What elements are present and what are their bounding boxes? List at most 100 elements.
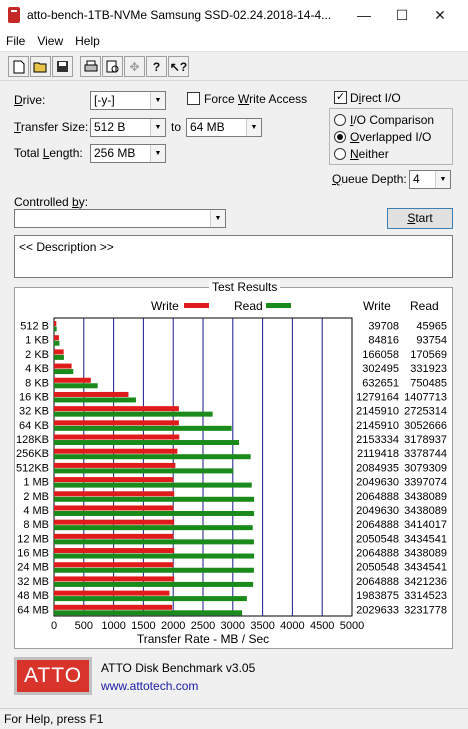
minimize-button[interactable]: —	[345, 0, 383, 30]
read-bar	[54, 369, 74, 375]
test-results-panel: Test Results 0 500 1000 1500 2000 2500 3000 350…	[14, 280, 453, 649]
x-tick-label: 1000	[101, 620, 125, 632]
read-bar	[54, 596, 247, 602]
drive-value: [-y-]	[94, 93, 115, 107]
write-value-label: 1983875	[356, 590, 399, 602]
category-label: 2 KB	[25, 349, 49, 361]
print-preview-icon[interactable]	[102, 56, 123, 77]
maximize-button[interactable]: ☐	[383, 0, 421, 30]
category-label: 4 KB	[25, 363, 49, 375]
neither-radio[interactable]	[334, 148, 346, 160]
category-label: 4 MB	[23, 505, 49, 517]
transfer-size-label: Transfer Size:	[14, 120, 89, 134]
write-value-label: 2145910	[356, 406, 399, 418]
menu-view[interactable]: View	[31, 34, 69, 48]
close-button[interactable]: ✕	[421, 0, 459, 30]
drive-select[interactable]: [-y-] ▼	[90, 91, 166, 110]
read-value-label: 3438089	[404, 505, 447, 517]
io-comparison-label: I/O Comparison	[350, 113, 435, 127]
read-bar	[54, 567, 254, 573]
save-icon[interactable]	[52, 56, 73, 77]
category-label: 16 KB	[19, 391, 49, 403]
new-icon[interactable]	[8, 56, 29, 77]
x-tick-label: 2000	[161, 620, 185, 632]
atto-logo: ATTO	[14, 657, 92, 695]
total-length-select[interactable]: 256 MB ▼	[90, 144, 166, 163]
chevron-down-icon[interactable]: ▼	[150, 119, 165, 136]
write-value-label: 2029633	[356, 604, 399, 616]
read-value-label: 331923	[410, 363, 447, 375]
x-tick-label: 500	[75, 620, 93, 632]
read-bar	[54, 354, 64, 360]
category-label: 32 MB	[17, 576, 49, 588]
queue-depth-value: 4	[413, 172, 420, 186]
write-value-label: 2064888	[356, 576, 399, 588]
menu-file[interactable]: File	[0, 34, 31, 48]
transfer-size-from-select[interactable]: 512 B ▼	[90, 118, 166, 137]
direct-io-checkbox[interactable]: ✓	[334, 91, 347, 104]
move-icon[interactable]: ✥	[124, 56, 145, 77]
write-value-label: 84816	[368, 335, 399, 347]
write-value-label: 2084935	[356, 462, 399, 474]
chevron-down-icon[interactable]: ▼	[435, 171, 450, 188]
neither-label: Neither	[350, 147, 389, 161]
overlapped-io-radio[interactable]	[334, 131, 346, 143]
force-write-checkbox[interactable]	[187, 92, 200, 105]
product-name: ATTO Disk Benchmark v3.05	[101, 661, 256, 675]
write-value-label: 2064888	[356, 548, 399, 560]
read-bar	[54, 468, 234, 474]
category-label: 64 KB	[19, 420, 49, 432]
transfer-size-to-select[interactable]: 64 MB ▼	[186, 118, 262, 137]
read-legend-label: Read	[234, 299, 263, 313]
window-title: atto-bench-1TB-NVMe Samsung SSD-02.24.20…	[27, 8, 332, 22]
website-link[interactable]: www.attotech.com	[101, 679, 198, 693]
chevron-down-icon[interactable]: ▼	[246, 119, 261, 136]
category-label: 512 B	[20, 321, 49, 333]
write-value-label: 39708	[368, 321, 399, 333]
write-bar	[54, 377, 91, 383]
write-column-header: Write	[363, 299, 391, 313]
results-chart: 0 500 1000 1500 2000 2500 3000 3500 4000 4500 5000…	[16, 317, 447, 646]
read-value-label: 3231778	[404, 604, 447, 616]
read-value-label: 3079309	[404, 462, 447, 474]
x-tick-label: 4000	[280, 620, 304, 632]
write-value-label: 166058	[362, 349, 399, 361]
write-value-label: 2153334	[356, 434, 399, 446]
io-comparison-radio[interactable]	[334, 114, 346, 126]
print-icon[interactable]	[80, 56, 101, 77]
write-value-label: 2049630	[356, 505, 399, 517]
write-legend-swatch	[184, 303, 209, 308]
write-bar	[54, 321, 57, 326]
read-value-label: 3434541	[404, 562, 447, 574]
chevron-down-icon[interactable]: ▼	[210, 210, 225, 227]
chevron-down-icon[interactable]: ▼	[150, 145, 165, 162]
write-bar	[54, 477, 174, 483]
app-icon	[8, 7, 20, 23]
write-value-label: 1279164	[356, 391, 399, 403]
write-bar	[54, 434, 180, 440]
write-bar	[54, 576, 175, 582]
start-button[interactable]: Start	[387, 208, 453, 229]
open-icon[interactable]	[30, 56, 51, 77]
category-label: 2 MB	[23, 491, 49, 503]
controlled-by-select[interactable]: ▼	[14, 209, 226, 228]
help-icon[interactable]: ?	[146, 56, 167, 77]
read-value-label: 93754	[416, 335, 447, 347]
write-value-label: 2064888	[356, 491, 399, 503]
read-value-label: 3421236	[404, 576, 447, 588]
queue-depth-select[interactable]: 4 ▼	[409, 170, 451, 189]
transfer-size-from-value: 512 B	[94, 120, 126, 134]
chevron-down-icon[interactable]: ▼	[150, 92, 165, 109]
write-bar	[54, 363, 72, 369]
category-label: 512KB	[16, 462, 49, 474]
read-value-label: 2725314	[404, 406, 447, 418]
read-value-label: 3378744	[404, 448, 447, 460]
category-label: 48 MB	[17, 590, 49, 602]
read-bar	[54, 397, 136, 403]
write-value-label: 2064888	[356, 519, 399, 531]
x-tick-label: 4500	[310, 620, 334, 632]
write-value-label: 2050548	[356, 533, 399, 545]
menu-help[interactable]: Help	[69, 34, 106, 48]
description-input[interactable]: << Description >>	[14, 235, 453, 278]
context-help-icon[interactable]: ↖?	[168, 56, 189, 77]
